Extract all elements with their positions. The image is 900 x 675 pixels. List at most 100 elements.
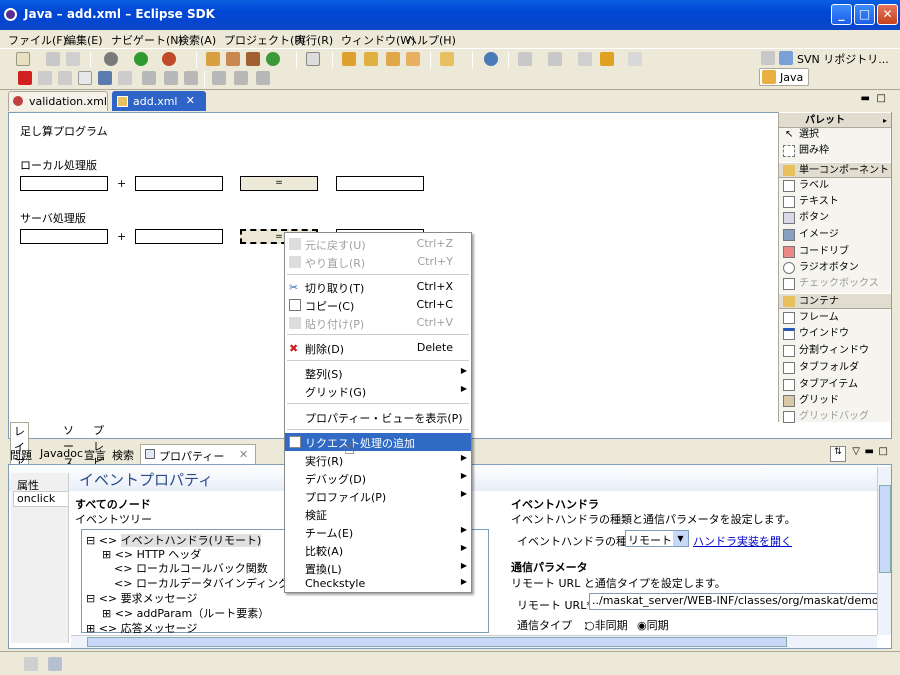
- close-tab-icon[interactable]: ✕: [186, 94, 195, 107]
- maskat-icon-1[interactable]: [342, 52, 356, 66]
- menu-checkstyle[interactable]: Checkstyle ▶: [285, 575, 471, 593]
- palette-item-frame[interactable]: フレーム: [783, 310, 839, 326]
- minimize-view-icon[interactable]: ▬: [865, 446, 874, 457]
- tab-properties[interactable]: プロパティー ✕: [140, 444, 256, 464]
- minimize-button[interactable]: _: [831, 4, 852, 25]
- radio-async[interactable]: ○非同期: [585, 617, 628, 633]
- menu-run[interactable]: 実行(R) ▶: [285, 451, 471, 469]
- menu-align[interactable]: 整列(S) ▶: [285, 364, 471, 382]
- palette-item-text[interactable]: テキスト: [783, 194, 839, 210]
- menu-edit[interactable]: 編集(E): [65, 32, 103, 48]
- maskat-icon-2[interactable]: [364, 52, 378, 66]
- menu-grid[interactable]: グリッド(G) ▶: [285, 382, 471, 400]
- fast-view-icon[interactable]: [24, 657, 38, 671]
- menu-search[interactable]: 検索(A): [178, 32, 216, 48]
- horizontal-scrollbar[interactable]: [71, 635, 877, 648]
- new-package-icon[interactable]: [226, 52, 240, 66]
- scrollbar-thumb[interactable]: [879, 485, 891, 573]
- menu-run[interactable]: 実行(R): [295, 32, 333, 48]
- palette-marquee-tool[interactable]: 囲み枠: [783, 143, 829, 159]
- local-operand-1-input[interactable]: [20, 176, 108, 191]
- new-icon[interactable]: [16, 52, 30, 66]
- prev-annotation-icon[interactable]: [548, 52, 562, 66]
- align-left-icon[interactable]: [142, 71, 156, 85]
- tab-javadoc[interactable]: Javadoc: [40, 447, 83, 460]
- undo-icon[interactable]: [38, 71, 52, 85]
- palette-item-split-window[interactable]: 分割ウィンドウ: [783, 343, 869, 359]
- open-type-icon[interactable]: [306, 52, 320, 66]
- palette-item-image[interactable]: イメージ: [783, 227, 839, 243]
- radio-sync[interactable]: ◉同期: [637, 617, 669, 633]
- align-bottom-icon[interactable]: [256, 71, 270, 85]
- menu-validate[interactable]: 検証: [285, 505, 471, 523]
- palette-item-tab-item[interactable]: タブアイテム: [783, 377, 858, 393]
- delete-icon[interactable]: [18, 71, 32, 85]
- open-perspective-icon[interactable]: [761, 51, 775, 65]
- server-operand-2-input[interactable]: [135, 229, 223, 244]
- menu-debug[interactable]: デバッグ(D) ▶: [285, 469, 471, 487]
- palette-item-radio[interactable]: ラジオボタン: [783, 260, 859, 276]
- maskat-icon-4[interactable]: [406, 52, 420, 66]
- save-icon[interactable]: [46, 52, 60, 66]
- server-operand-1-input[interactable]: [20, 229, 108, 244]
- tab-declaration[interactable]: 宣言: [84, 447, 106, 463]
- palette-section-single[interactable]: 単一コンポーネント: [779, 162, 891, 178]
- tab-add-xml[interactable]: add.xml ✕: [112, 91, 206, 111]
- palette-item-window[interactable]: ウインドウ: [783, 326, 849, 342]
- external-tools-icon[interactable]: [162, 52, 176, 66]
- svn-perspective-button[interactable]: SVN リポジトリ...: [797, 51, 889, 67]
- back-arrow-icon[interactable]: [600, 52, 614, 66]
- tab-validation-xml[interactable]: validation.xml: [8, 91, 108, 111]
- align-middle-icon[interactable]: [234, 71, 248, 85]
- java-perspective-button[interactable]: Java: [759, 68, 809, 86]
- menu-redo[interactable]: やり直し(R) Ctrl+Y: [285, 253, 471, 271]
- maximize-button[interactable]: □: [854, 4, 875, 25]
- close-button[interactable]: ✕: [877, 4, 898, 25]
- menu-profile[interactable]: プロファイル(P) ▶: [285, 487, 471, 505]
- new-class-icon[interactable]: [246, 52, 260, 66]
- align-right-icon[interactable]: [184, 71, 198, 85]
- cut-icon[interactable]: [98, 71, 112, 85]
- tab-search[interactable]: 検索: [112, 447, 134, 463]
- chevron-down-icon[interactable]: ▼: [673, 531, 688, 546]
- tab-problems[interactable]: 問題: [10, 447, 32, 463]
- maximize-editor-icon[interactable]: □: [877, 93, 886, 104]
- tree-node-addparam[interactable]: ⊞ <> addParam（ルート要素）: [102, 605, 269, 621]
- maximize-view-icon[interactable]: □: [879, 446, 888, 457]
- new-java-project-icon[interactable]: [206, 52, 220, 66]
- menu-undo[interactable]: 元に戻す(U) Ctrl+Z: [285, 235, 471, 253]
- globe-icon[interactable]: [484, 52, 498, 66]
- palette-section-container[interactable]: コンテナ: [779, 293, 891, 309]
- paste-icon[interactable]: [118, 71, 132, 85]
- local-operand-2-input[interactable]: [135, 176, 223, 191]
- open-handler-link[interactable]: ハンドラ実装を開く: [693, 533, 792, 549]
- menu-compare[interactable]: 比較(A) ▶: [285, 541, 471, 559]
- palette-item-gridbag[interactable]: グリッドバッグ: [783, 409, 869, 425]
- tree-node-local-binding[interactable]: <> ローカルデータバインディング: [114, 575, 289, 591]
- palette-item-label[interactable]: ラベル: [783, 178, 829, 194]
- run-icon[interactable]: [134, 52, 148, 66]
- local-equals-button[interactable]: =: [240, 176, 318, 191]
- menu-file[interactable]: ファイル(F): [8, 32, 67, 48]
- palette-item-tab-folder[interactable]: タブフォルダ: [783, 360, 859, 376]
- tree-node-local-callback[interactable]: <> ローカルコールバック関数: [114, 560, 268, 576]
- menu-copy[interactable]: コピー(C) Ctrl+C: [285, 296, 471, 314]
- debug-icon[interactable]: [104, 52, 118, 66]
- handler-type-select[interactable]: リモート ▼: [625, 530, 689, 547]
- local-result-input[interactable]: [336, 176, 424, 191]
- menu-window[interactable]: ウィンドウ(W): [341, 32, 415, 48]
- palette-item-button[interactable]: ボタン: [783, 210, 829, 226]
- close-view-icon[interactable]: ✕: [239, 448, 248, 461]
- palette-menu-icon[interactable]: ▸: [883, 113, 887, 128]
- view-menu-icon[interactable]: ▽: [852, 446, 860, 457]
- palette-item-checkbox[interactable]: チェックボックス: [783, 276, 879, 292]
- menu-paste[interactable]: 貼り付け(P) Ctrl+V: [285, 314, 471, 332]
- align-center-icon[interactable]: [164, 71, 178, 85]
- pin-view-icon[interactable]: ⇅: [830, 446, 846, 462]
- menu-help[interactable]: ヘルプ(H): [406, 32, 456, 48]
- palette-item-coderib[interactable]: コードリブ: [783, 244, 849, 260]
- palette-item-grid[interactable]: グリッド: [783, 393, 839, 409]
- menu-delete[interactable]: ✖ 削除(D) Delete: [285, 339, 471, 357]
- next-annotation-icon[interactable]: [518, 52, 532, 66]
- tree-node-request[interactable]: ⊟ <> 要求メッセージ: [86, 590, 197, 606]
